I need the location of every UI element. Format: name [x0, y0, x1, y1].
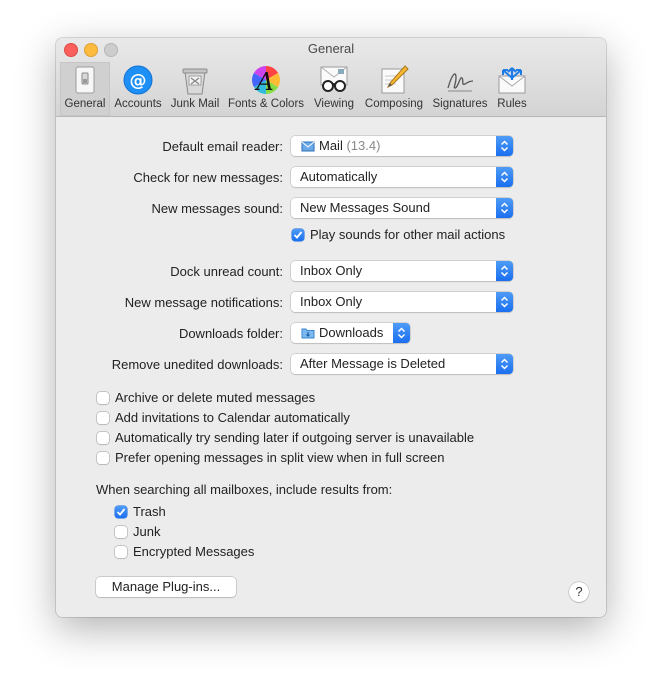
checkbox-box	[97, 392, 109, 404]
split-view-label: Prefer opening messages in split view wh…	[115, 450, 445, 465]
checkbox-box	[292, 229, 304, 241]
new-sound-popup[interactable]: New Messages Sound	[291, 198, 513, 218]
default-reader-version: (13.4)	[346, 138, 381, 153]
default-reader-label: Default email reader:	[162, 139, 283, 154]
svg-text:@: @	[130, 71, 147, 91]
help-button[interactable]: ?	[569, 582, 589, 602]
tab-composing-label: Composing	[364, 98, 424, 110]
chevron-up-down-icon	[500, 140, 509, 152]
checkbox-box	[97, 452, 109, 464]
popup-stepper	[496, 354, 513, 374]
chevron-up-down-icon	[500, 265, 509, 277]
checkbox-box	[115, 506, 127, 518]
chevron-up-down-icon	[500, 171, 509, 183]
notifications-label: New message notifications:	[124, 295, 283, 310]
tab-junk-mail[interactable]: Junk Mail	[166, 62, 224, 116]
chevron-up-down-icon	[500, 202, 509, 214]
signature-icon	[447, 73, 474, 92]
folder-icon	[301, 328, 315, 339]
glasses-icon	[320, 66, 348, 92]
popup-stepper	[496, 136, 513, 156]
play-sounds-label: Play sounds for other mail actions	[310, 227, 506, 242]
tab-rules-label: Rules	[497, 98, 527, 110]
remove-downloads-label: Remove unedited downloads:	[111, 357, 283, 372]
tab-composing[interactable]: Composing	[361, 62, 427, 116]
tab-viewing[interactable]: Viewing	[308, 62, 360, 116]
at-sign-icon: @	[123, 65, 153, 95]
chevron-up-down-icon	[500, 296, 509, 308]
search-encrypted-label: Encrypted Messages	[133, 544, 255, 559]
calendar-invitations-label: Add invitations to Calendar automaticall…	[115, 410, 350, 425]
tab-junk-mail-label: Junk Mail	[170, 98, 220, 110]
popup-stepper	[496, 292, 513, 312]
pencil-icon	[381, 65, 409, 94]
default-reader-popup[interactable]: Mail (13.4)	[291, 136, 513, 156]
send-later-label: Automatically try sending later if outgo…	[115, 430, 475, 445]
tab-accounts[interactable]: @ Accounts	[111, 62, 165, 116]
archive-muted-label: Archive or delete muted messages	[115, 390, 316, 405]
dock-count-popup[interactable]: Inbox Only	[291, 261, 513, 281]
tab-rules[interactable]: Rules	[493, 62, 531, 116]
search-junk-label: Junk	[133, 524, 161, 539]
dock-count-value: Inbox Only	[300, 263, 363, 278]
junk-bin-icon	[182, 68, 208, 95]
popup-stepper	[393, 323, 410, 343]
search-results-heading: When searching all mailboxes, include re…	[96, 482, 393, 497]
checkbox-box	[115, 546, 127, 558]
check-messages-label: Check for new messages:	[133, 170, 283, 185]
tab-signatures[interactable]: Signatures	[428, 62, 492, 116]
color-wheel-icon: A	[252, 66, 280, 96]
dock-count-label: Dock unread count:	[170, 264, 283, 279]
new-sound-label: New messages sound:	[151, 201, 283, 216]
preferences-window: General General @ Accounts Junk Mail A F…	[56, 38, 606, 617]
popup-stepper	[496, 167, 513, 187]
tab-fonts-colors-label: Fonts & Colors	[227, 98, 305, 110]
general-switch-icon	[75, 66, 95, 94]
tab-general-label: General	[64, 98, 106, 110]
remove-downloads-value: After Message is Deleted	[300, 356, 446, 371]
check-messages-popup[interactable]: Automatically	[291, 167, 513, 187]
downloads-folder-popup[interactable]: Downloads	[291, 323, 410, 343]
mail-app-icon	[301, 141, 315, 152]
checkbox-box	[97, 432, 109, 444]
window-title: General	[307, 41, 355, 56]
notifications-popup[interactable]: Inbox Only	[291, 292, 513, 312]
tab-fonts-colors[interactable]: A Fonts & Colors	[225, 62, 307, 116]
envelope-arrows-icon	[498, 67, 526, 94]
svg-text:A: A	[254, 68, 273, 96]
check-messages-value: Automatically	[300, 169, 378, 184]
tab-viewing-label: Viewing	[313, 98, 355, 110]
title-bar: General General @ Accounts Junk Mail A F…	[56, 38, 606, 117]
manage-plugins-button[interactable]: Manage Plug-ins...	[96, 577, 236, 597]
tab-signatures-label: Signatures	[432, 98, 488, 110]
tab-general[interactable]: General	[60, 62, 110, 116]
downloads-folder-value: Downloads	[319, 325, 384, 340]
checkbox-box	[115, 526, 127, 538]
checkmark-icon	[116, 508, 126, 516]
remove-downloads-popup[interactable]: After Message is Deleted	[291, 354, 513, 374]
search-trash-label: Trash	[133, 504, 166, 519]
popup-stepper	[496, 261, 513, 281]
chevron-up-down-icon	[397, 327, 406, 339]
new-sound-value: New Messages Sound	[300, 200, 431, 215]
popup-stepper	[496, 198, 513, 218]
tab-accounts-label: Accounts	[114, 98, 162, 110]
default-reader-value: Mail	[319, 138, 343, 153]
notifications-value: Inbox Only	[300, 294, 363, 309]
checkmark-icon	[293, 231, 303, 239]
checkbox-box	[97, 412, 109, 424]
chevron-up-down-icon	[500, 358, 509, 370]
downloads-folder-label: Downloads folder:	[178, 326, 283, 341]
